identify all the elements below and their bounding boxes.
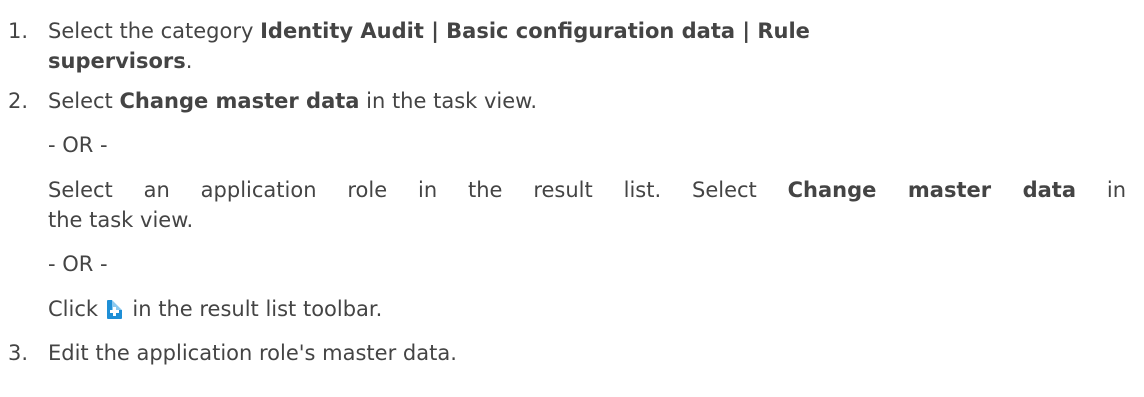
step-number: 3. bbox=[8, 341, 29, 365]
step-1-suffix: . bbox=[185, 49, 193, 73]
step-2-alt-line-2: the task view. bbox=[48, 208, 194, 232]
step-2-prefix: Select bbox=[48, 89, 120, 113]
step-2-task-name: Change master data bbox=[119, 89, 360, 113]
step-2-alt-suffix: in bbox=[1076, 178, 1127, 202]
or-separator-1: - OR - bbox=[48, 133, 108, 157]
step-2-alt-line-1: Select an application role in the result… bbox=[48, 175, 1126, 205]
step-1-line-1: Select the category Identity Audit | Bas… bbox=[48, 16, 810, 46]
step-1-category-path: Identity Audit | Basic configuration dat… bbox=[260, 19, 810, 43]
step-2-click-line: Click in the result list toolbar. bbox=[48, 294, 382, 324]
or-separator-2: - OR - bbox=[48, 252, 108, 276]
step-1-line-2: supervisors. bbox=[48, 46, 192, 76]
add-document-icon bbox=[106, 300, 122, 319]
step-3-text: Edit the application role's master data. bbox=[48, 341, 457, 365]
step-1-category-path-cont: supervisors bbox=[48, 49, 186, 73]
step-2-alt-task-name: Change master data bbox=[787, 178, 1076, 202]
step-2-suffix: in the task view. bbox=[359, 89, 538, 113]
step-2-click-suffix: in the result list toolbar. bbox=[125, 297, 383, 321]
step-number: 2. bbox=[8, 89, 29, 113]
step-2-click-prefix: Click bbox=[48, 297, 105, 321]
step-1-prefix: Select the category bbox=[48, 19, 261, 43]
step-2-line-1: Select Change master data in the task vi… bbox=[48, 86, 537, 116]
step-2-alt-prefix: Select an application role in the result… bbox=[48, 178, 788, 202]
step-number: 1. bbox=[8, 19, 29, 43]
